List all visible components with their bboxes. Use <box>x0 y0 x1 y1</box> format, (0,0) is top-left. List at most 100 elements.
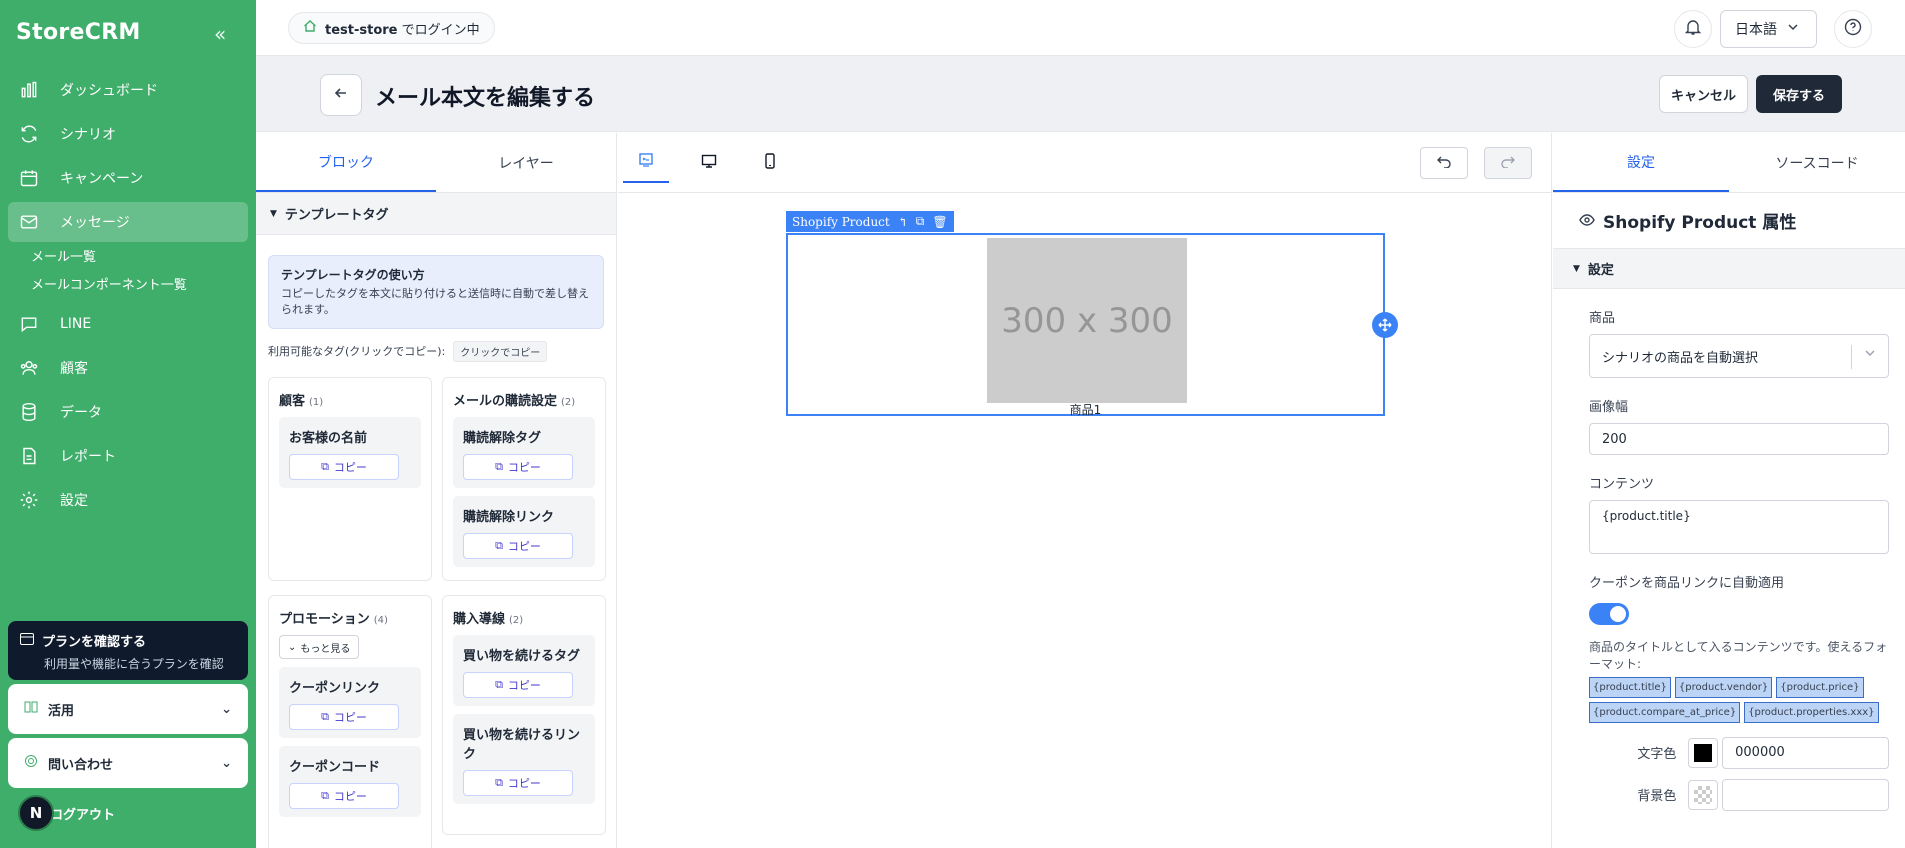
language-select[interactable]: 日本語 <box>1720 10 1817 48</box>
sidebar-item-dashboard[interactable]: ダッシュボード <box>8 70 248 110</box>
copy-icon: ⧉ <box>495 539 503 552</box>
report-icon <box>16 446 42 466</box>
coupon-toggle[interactable] <box>1589 603 1629 625</box>
tab-source-code[interactable]: ソースコード <box>1729 133 1905 192</box>
sidebar-item-scenario[interactable]: シナリオ <box>8 114 248 154</box>
back-button[interactable] <box>320 74 362 116</box>
group-title: 購入導線 <box>453 612 506 627</box>
bar-chart-icon <box>16 80 42 100</box>
tag-name: お客様の名前 <box>289 431 368 446</box>
format-tag[interactable]: {product.title} <box>1589 676 1671 698</box>
shopify-product-block[interactable]: 300 x 300 商品1 <box>786 233 1385 417</box>
coupon-label: クーポンを商品リンクに自動適用 <box>1589 576 1785 591</box>
tag-item: クーポンリンク ⧉ コピー <box>279 667 421 738</box>
info-title: テンプレートタグの使い方 <box>281 268 425 282</box>
format-tag[interactable]: {product.compare_at_price} <box>1589 701 1741 723</box>
plan-title: プランを確認する <box>42 635 147 650</box>
refresh-icon <box>16 124 42 144</box>
group-count: (4) <box>373 615 388 626</box>
image-width-label: 画像幅 <box>1589 400 1629 415</box>
group-count: (1) <box>309 397 324 408</box>
save-button[interactable]: 保存する <box>1756 75 1842 113</box>
text-color-swatch[interactable] <box>1688 737 1719 768</box>
copy-button[interactable]: ⧉ コピー <box>463 770 573 796</box>
plan-card[interactable]: プランを確認する 利用量や機能に合うプランを確認 <box>8 621 248 680</box>
info-box: テンプレートタグの使い方 コピーしたタグを本文に貼り付けると送信時に自動で差し替… <box>268 255 604 329</box>
group-title: プロモーション <box>279 612 370 627</box>
notification-button[interactable] <box>1674 10 1712 48</box>
book-icon <box>24 700 38 718</box>
redo-button[interactable] <box>1484 147 1532 179</box>
format-tag[interactable]: {product.vendor} <box>1674 676 1773 698</box>
bg-color-input[interactable] <box>1722 778 1889 811</box>
template-tags-section[interactable]: ▼ テンプレートタグ <box>256 193 616 235</box>
mobile-view-button[interactable] <box>747 143 793 183</box>
undo-button[interactable] <box>1420 147 1468 179</box>
bg-color-swatch[interactable] <box>1688 779 1719 810</box>
calendar-icon <box>16 168 42 188</box>
content-textarea[interactable]: {product.title} <box>1589 500 1889 554</box>
help-button[interactable] <box>1834 10 1872 48</box>
product-label: 商品 <box>1589 311 1616 326</box>
sidebar-subitem-mail-list[interactable]: メール一覧 <box>31 244 248 272</box>
settings-section[interactable]: ▼ 設定 <box>1553 249 1905 289</box>
text-color-input[interactable]: 000000 <box>1722 736 1889 769</box>
desktop-view-button[interactable] <box>686 143 732 183</box>
canvas-toolbar <box>618 133 1551 193</box>
cancel-button[interactable]: キャンセル <box>1659 75 1748 113</box>
sidebar-item-message[interactable]: メッセージ <box>8 202 248 242</box>
format-tag[interactable]: {product.price} <box>1776 676 1864 698</box>
group-title: メールの購読設定 <box>453 394 558 409</box>
contact-menu[interactable]: 問い合わせ ⌄ <box>8 738 248 788</box>
usage-menu[interactable]: 活用 ⌄ <box>8 684 248 734</box>
tag-group-promotion: プロモーション (4) ⌄ もっと見る クーポンリンク ⧉ コピー クーポンコード ⧉… <box>268 595 432 848</box>
topbar: test-store でログイン中 日本語 <box>256 0 1905 56</box>
sidebar-item-label: LINE <box>60 316 92 332</box>
trash-icon[interactable]: 🗑 <box>932 215 947 229</box>
tag-name: クーポンコード <box>289 760 381 775</box>
move-handle-icon[interactable] <box>1372 312 1398 338</box>
sidebar-item-line[interactable]: LINE <box>8 304 248 344</box>
duplicate-icon[interactable]: ⧉ <box>916 214 925 229</box>
editor-canvas: Shopify Product ↰ ⧉ 🗑 300 x 300 商品1 <box>618 133 1552 848</box>
code-view-icon <box>638 152 654 172</box>
format-tag[interactable]: {product.properties.xxx} <box>1744 701 1879 723</box>
logout-button[interactable]: N ログアウト <box>18 795 115 831</box>
desktop-icon <box>701 153 717 173</box>
copy-button[interactable]: ⧉ コピー <box>463 533 573 559</box>
group-title: 顧客 <box>279 394 306 409</box>
tag-item: 購読解除リンク ⧉ コピー <box>453 496 595 567</box>
redo-icon <box>1500 154 1516 172</box>
copy-button[interactable]: ⧉ コピー <box>463 672 573 698</box>
collapse-sidebar-icon[interactable]: « <box>214 22 226 46</box>
section-title: 設定 <box>1587 263 1614 278</box>
show-more-button[interactable]: ⌄ もっと見る <box>279 635 360 659</box>
image-width-input[interactable]: 200 <box>1589 423 1889 455</box>
sidebar-item-settings[interactable]: 設定 <box>8 480 248 520</box>
copy-label: コピー <box>507 679 541 692</box>
chevron-down-icon <box>1864 347 1876 363</box>
copy-button[interactable]: ⧉ コピー <box>289 454 399 480</box>
eye-icon <box>1579 211 1595 231</box>
product-select[interactable]: シナリオの商品を自動選択 <box>1589 334 1889 378</box>
store-indicator[interactable]: test-store でログイン中 <box>288 12 495 44</box>
code-view-button[interactable] <box>623 143 669 183</box>
sidebar-item-report[interactable]: レポート <box>8 436 248 476</box>
tab-settings[interactable]: 設定 <box>1553 133 1729 192</box>
left-tabs: ブロック レイヤー <box>256 133 616 193</box>
copy-button[interactable]: ⧉ コピー <box>289 783 399 809</box>
sidebar-item-customers[interactable]: 顧客 <box>8 348 248 388</box>
tag-item: 買い物を続けるリンク ⧉ コピー <box>453 714 595 804</box>
sidebar-item-data[interactable]: データ <box>8 392 248 432</box>
sidebar-item-label: キャンペーン <box>60 171 144 187</box>
select-parent-icon[interactable]: ↰ <box>898 215 908 229</box>
tab-blocks[interactable]: ブロック <box>256 133 436 192</box>
tab-layers[interactable]: レイヤー <box>436 133 616 192</box>
help-icon <box>1844 18 1862 40</box>
copy-button[interactable]: ⧉ コピー <box>463 454 573 480</box>
copy-button[interactable]: ⧉ コピー <box>289 704 399 730</box>
users-icon <box>16 358 42 378</box>
sidebar-item-campaign[interactable]: キャンペーン <box>8 158 248 198</box>
copy-icon: ⧉ <box>495 776 503 789</box>
sidebar-subitem-mail-components[interactable]: メールコンポーネント一覧 <box>31 272 248 300</box>
